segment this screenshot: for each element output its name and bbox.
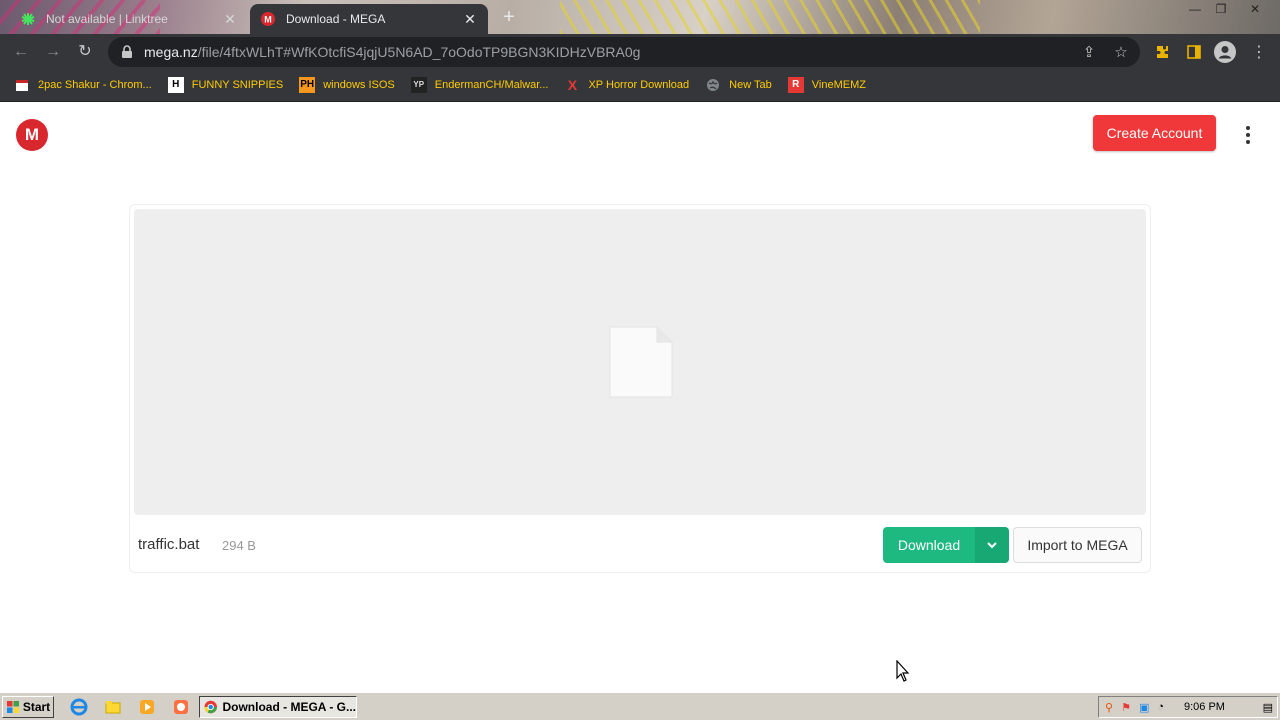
windows-flag-icon [6,701,19,713]
bookmark-item[interactable]: H FUNNY SNIPPIES [167,76,283,93]
restore-icon[interactable]: ❐ [1208,0,1234,18]
internet-explorer-icon[interactable] [70,698,88,716]
calendar-icon [14,77,30,93]
system-clock: 9:06 PM [1184,701,1225,713]
file-preview [134,209,1146,515]
mega-logo[interactable]: M [16,119,48,151]
flag-icon[interactable]: ⚑ [1121,701,1131,714]
share-icon[interactable]: ⇪ [1080,43,1098,61]
monitor-icon[interactable]: ▣ [1139,701,1149,714]
mouse-cursor-icon [896,660,910,682]
svg-text:M: M [264,15,272,25]
bookmark-item[interactable]: 2pac Shakur - Chrom... [14,77,152,93]
chevron-down-icon [987,542,997,549]
clock-icon[interactable]: ◔ [1157,701,1164,713]
yp-site-icon: YP [410,76,427,93]
bookmarks-bar: 2pac Shakur - Chrom... H FUNNY SNIPPIES … [0,68,1280,102]
paint-icon[interactable] [172,698,190,716]
forward-icon[interactable]: → [42,41,64,63]
bookmark-item[interactable]: X XP Horror Download [564,77,689,93]
url-text: mega.nz/file/4ftxWLhT#WfKOtcfiS4jqjU5N6A… [144,44,641,60]
bookmark-item[interactable]: YP EndermanCH/Malwar... [410,76,548,93]
generic-file-icon [609,326,673,398]
search-icon[interactable]: ⚲ [1105,701,1113,714]
tab-title: Not available | Linktree [46,12,168,26]
extensions-icon[interactable] [1151,42,1173,62]
browser-toolbar: ← → ↻ mega.nz/file/4ftxWLhT#WfKOtcfiS4jq… [0,34,1280,68]
close-icon[interactable]: ✕ [462,11,478,28]
mega-page: M Create Account traffic.bat 294 B Downl… [0,103,1280,692]
lock-icon [122,45,132,58]
bookmark-item[interactable]: R VineMEMZ [787,76,866,93]
tab-strip: Not available | Linktree ✕ M Download - … [0,0,1280,34]
tab-title: Download - MEGA [286,12,386,26]
file-card: traffic.bat 294 B Download Import to MEG… [129,204,1151,573]
wallpaper-theme [560,0,980,34]
new-tab-icon[interactable]: + [498,6,520,28]
r-site-icon: R [787,76,804,93]
chrome-icon [204,700,217,714]
taskbar-task-chrome[interactable]: Download - MEGA - G... [199,696,357,718]
taskbar: Start Download - MEGA - G... ⚲ ⚑ ▣ ◔ 9:0… [0,692,1280,720]
download-options-dropdown[interactable] [975,527,1009,563]
create-account-button[interactable]: Create Account [1093,115,1216,151]
close-icon[interactable]: ✕ [222,11,238,28]
import-to-mega-button[interactable]: Import to MEGA [1013,527,1142,563]
side-panel-icon[interactable] [1183,42,1205,62]
h-site-icon: H [167,76,184,93]
download-button[interactable]: Download [883,527,975,563]
chrome-menu-icon[interactable]: ⋮ [1248,42,1270,62]
address-bar[interactable]: mega.nz/file/4ftxWLhT#WfKOtcfiS4jqjU5N6A… [108,37,1140,67]
bookmark-item[interactable]: New Tab [705,77,772,93]
explorer-folder-icon[interactable] [104,698,122,716]
file-name: traffic.bat [138,536,200,553]
minimize-icon[interactable]: — [1182,0,1208,18]
start-button[interactable]: Start [2,696,54,718]
tab-linktree[interactable]: Not available | Linktree ✕ [10,4,248,34]
bookmark-item[interactable]: PH windows ISOS [299,76,395,93]
globe-icon [705,77,721,93]
tab-mega[interactable]: M Download - MEGA ✕ [250,4,488,34]
window-close-icon[interactable]: ✕ [1242,0,1268,18]
mega-favicon-icon: M [260,11,276,27]
notes-icon[interactable]: ▤ [1263,701,1273,714]
media-player-icon[interactable] [138,698,156,716]
back-icon[interactable]: ← [10,41,32,63]
ph-site-icon: PH [299,76,316,93]
reload-icon[interactable]: ↻ [74,41,96,63]
bookmark-star-icon[interactable]: ☆ [1112,43,1130,61]
linktree-icon [20,11,36,27]
x-site-icon: X [567,76,578,93]
more-options-icon[interactable] [1240,123,1256,147]
profile-avatar-icon[interactable] [1214,41,1236,63]
file-size: 294 B [222,538,256,553]
system-tray: ⚲ ⚑ ▣ ◔ 9:06 PM ▤ [1098,696,1278,718]
